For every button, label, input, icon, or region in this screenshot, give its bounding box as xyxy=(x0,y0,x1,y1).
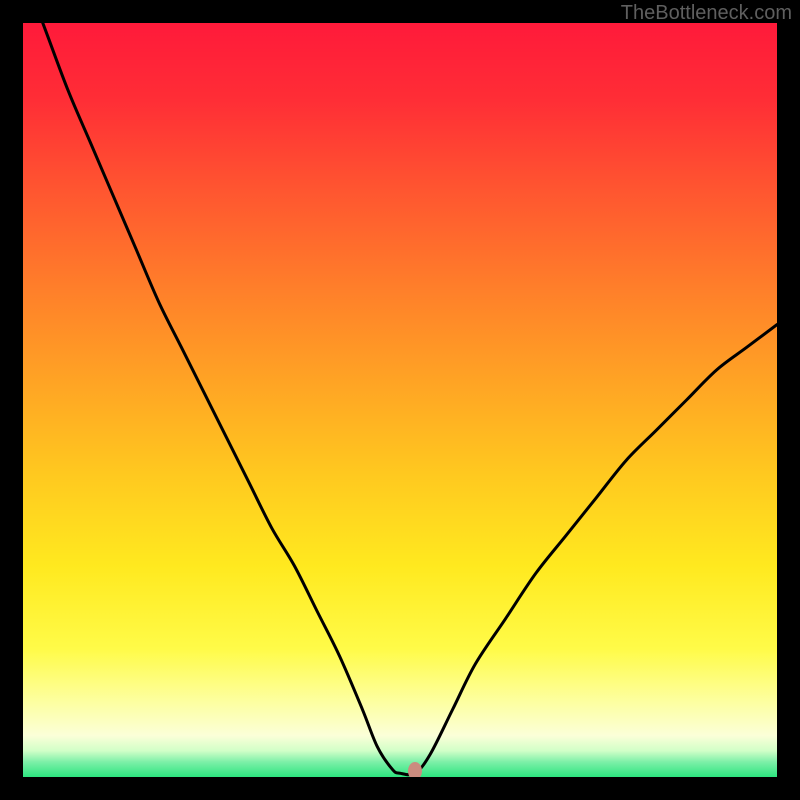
watermark-text: TheBottleneck.com xyxy=(621,2,792,25)
curve-layer xyxy=(23,23,777,777)
bottleneck-chart: TheBottleneck.com xyxy=(0,0,800,800)
bottleneck-curve xyxy=(23,23,777,775)
optimum-marker xyxy=(408,762,422,777)
plot-area xyxy=(23,23,777,777)
